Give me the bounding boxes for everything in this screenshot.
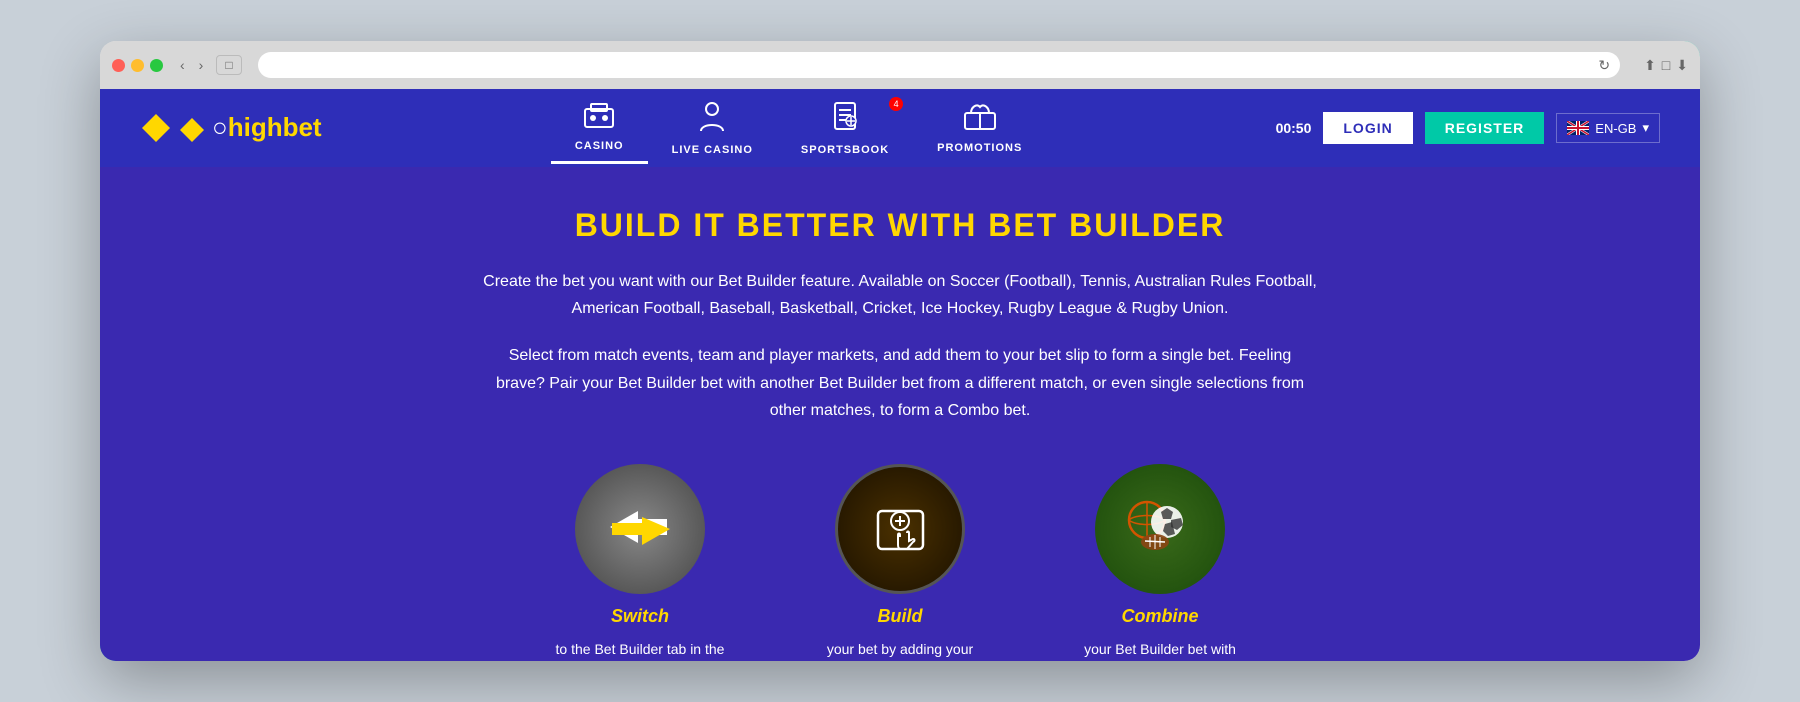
logo-text: ○highbet (178, 112, 322, 143)
language-chevron: ▾ (1642, 120, 1649, 136)
sportsbook-icon (831, 101, 859, 140)
sportsbook-label: SPORTSBOOK (801, 144, 889, 156)
feature-combine-name: Combine (1121, 606, 1198, 627)
nav-item-promotions[interactable]: PROMOTIONS (913, 93, 1046, 164)
tab-button[interactable]: □ (216, 55, 241, 75)
casino-icon (583, 101, 615, 136)
time-display: 00:50 (1276, 120, 1312, 136)
page-title: BUILD IT BETTER WITH BET BUILDER (120, 207, 1680, 244)
close-button[interactable] (112, 59, 125, 72)
feature-switch-circle (575, 464, 705, 594)
maximize-button[interactable] (150, 59, 163, 72)
logo-icon (140, 112, 172, 144)
site-content: ○highbet CASINO (100, 89, 1700, 661)
flag-icon (1567, 121, 1589, 135)
feature-build: Build your bet by adding your selections… (810, 464, 990, 661)
minimize-button[interactable] (131, 59, 144, 72)
site-header: ○highbet CASINO (100, 89, 1700, 167)
live-casino-icon (699, 101, 725, 140)
promotions-icon (963, 101, 997, 138)
feature-combine-circle (1095, 464, 1225, 594)
combine-icon (1115, 484, 1205, 574)
feature-combine-desc: your Bet Builder bet with other event's … (1070, 639, 1250, 661)
forward-button[interactable]: › (194, 55, 209, 75)
login-button[interactable]: LOGIN (1323, 112, 1412, 144)
browser-window: ‹ › □ ↻ ⬆ □ ⬇ ○highbet (100, 41, 1700, 661)
page-description-1: Create the bet you want with our Bet Bui… (470, 268, 1330, 322)
feature-build-desc: your bet by adding your selections into … (810, 639, 990, 661)
feature-build-circle (835, 464, 965, 594)
feature-switch-name: Switch (611, 606, 669, 627)
sportsbook-badge: 4 (889, 97, 903, 111)
language-label: EN-GB (1595, 121, 1636, 136)
address-bar[interactable]: ↻ (258, 52, 1620, 78)
download-button[interactable]: ⬇ (1676, 57, 1688, 74)
feature-switch-desc: to the Bet Builder tab in the match even… (550, 639, 730, 661)
feature-build-name: Build (878, 606, 923, 627)
logo[interactable]: ○highbet (140, 112, 322, 144)
share-button[interactable]: ⬆ (1644, 57, 1656, 74)
browser-chrome: ‹ › □ ↻ ⬆ □ ⬇ (100, 41, 1700, 89)
main-nav: CASINO LIVE CASINO (342, 93, 1256, 164)
header-right: 00:50 LOGIN REGISTER (1276, 112, 1660, 144)
features-row: Switch to the Bet Builder tab in the mat… (120, 464, 1680, 661)
main-content: BUILD IT BETTER WITH BET BUILDER Create … (100, 167, 1700, 661)
browser-actions: ⬆ □ ⬇ (1644, 57, 1688, 74)
nav-item-live-casino[interactable]: LIVE CASINO (648, 93, 777, 164)
page-description-2: Select from match events, team and playe… (490, 342, 1310, 424)
back-button[interactable]: ‹ (175, 55, 190, 75)
promotions-label: PROMOTIONS (937, 142, 1022, 154)
traffic-lights (112, 59, 163, 72)
nav-item-sportsbook[interactable]: 4 SPORTSBOOK (777, 93, 913, 164)
language-selector[interactable]: EN-GB ▾ (1556, 113, 1660, 143)
feature-combine: Combine your Bet Builder bet with other … (1070, 464, 1250, 661)
casino-label: CASINO (575, 140, 624, 152)
duplicate-button[interactable]: □ (1662, 57, 1670, 74)
nav-item-casino[interactable]: CASINO (551, 93, 648, 164)
browser-nav-buttons: ‹ › (175, 55, 208, 75)
register-button[interactable]: REGISTER (1425, 112, 1545, 144)
build-icon (863, 491, 938, 566)
reload-button[interactable]: ↻ (1598, 57, 1610, 74)
live-casino-label: LIVE CASINO (672, 144, 753, 156)
feature-switch: Switch to the Bet Builder tab in the mat… (550, 464, 730, 661)
switch-arrows-icon (600, 499, 680, 559)
